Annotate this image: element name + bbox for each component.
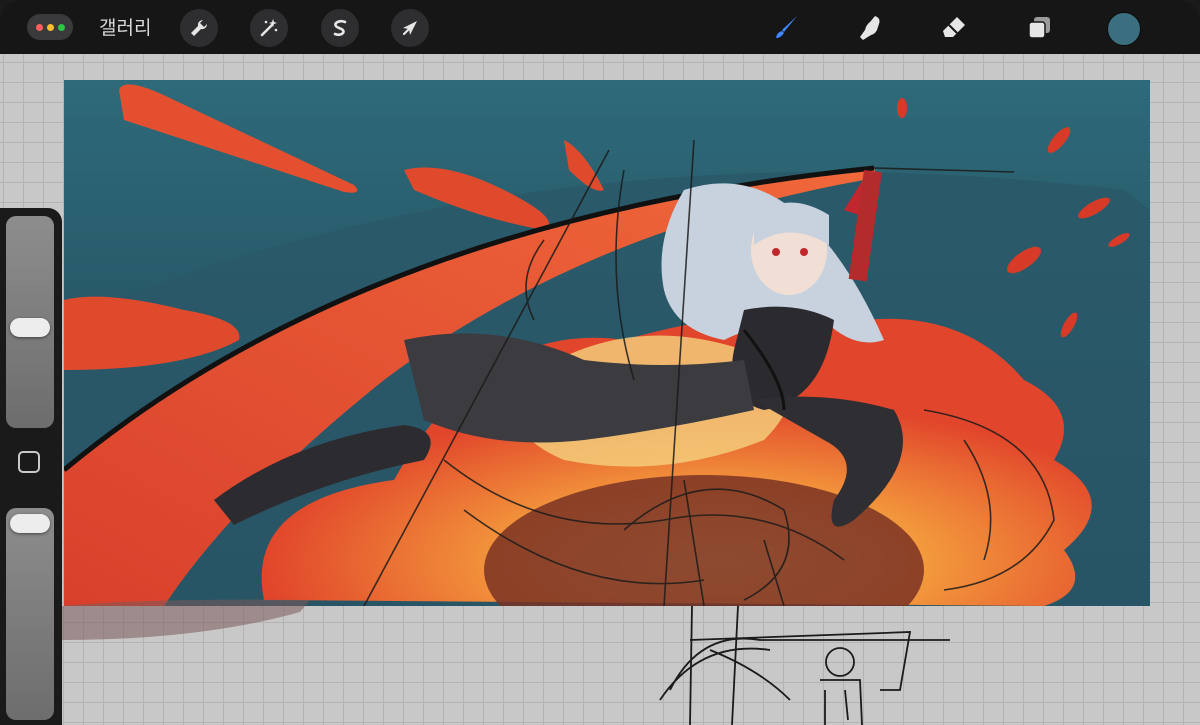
opacity-knob[interactable] xyxy=(10,514,50,533)
opacity-slider[interactable] xyxy=(6,508,54,720)
brush-icon xyxy=(776,16,797,38)
modifier-square-button[interactable] xyxy=(18,451,40,473)
wrench-icon xyxy=(191,19,208,36)
brush-size-knob[interactable] xyxy=(10,318,50,337)
actions-wrench-button[interactable] xyxy=(180,9,218,47)
selection-s-icon xyxy=(333,19,347,37)
brush-tool-button[interactable] xyxy=(767,9,805,47)
gallery-button[interactable]: 갤러리 xyxy=(99,14,151,42)
color-picker-swatch[interactable] xyxy=(1107,12,1141,46)
magic-wand-icon xyxy=(260,19,278,37)
layers-button[interactable] xyxy=(1020,9,1058,47)
arrow-cursor-icon xyxy=(402,21,417,36)
window-menu-dots-icon[interactable] xyxy=(27,14,73,40)
eraser-tool-button[interactable] xyxy=(935,9,973,47)
brush-size-slider[interactable] xyxy=(6,216,54,428)
adjustments-wand-button[interactable] xyxy=(250,9,288,47)
eraser-icon xyxy=(943,17,965,37)
top-toolbar: 갤러리 xyxy=(0,0,1200,54)
selection-button[interactable] xyxy=(321,9,359,47)
smudge-finger-icon xyxy=(860,16,880,40)
transform-arrow-button[interactable] xyxy=(391,9,429,47)
smudge-tool-button[interactable] xyxy=(852,9,890,47)
layers-icon xyxy=(1028,17,1050,39)
left-sidebar xyxy=(0,208,62,725)
artwork-canvas[interactable] xyxy=(64,80,1150,606)
